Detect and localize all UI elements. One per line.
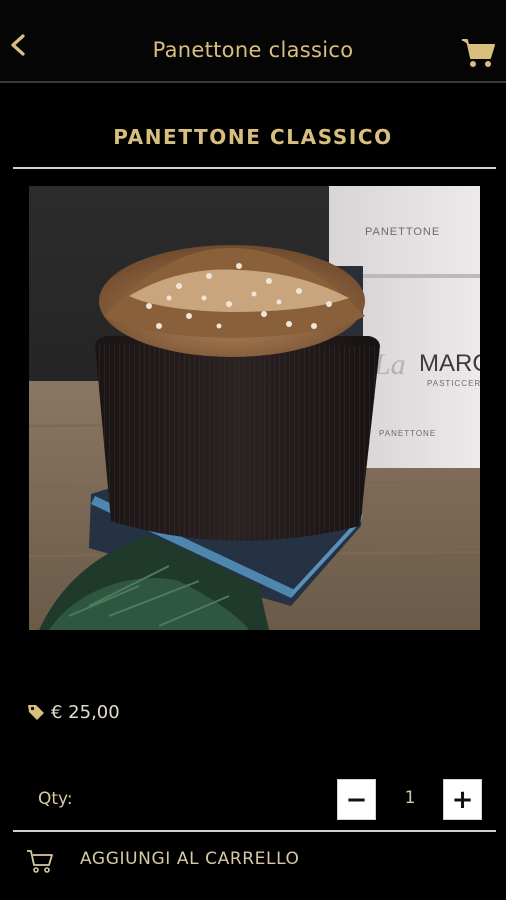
app-bar-title: Panettone classico (152, 38, 354, 62)
decrease-quantity-button[interactable]: − (337, 779, 376, 820)
quantity-value: 1 (404, 788, 416, 808)
add-to-cart-label: AGGIUNGI AL CARRELLO (80, 849, 300, 869)
product-price: € 25,00 (51, 701, 120, 723)
shopping-cart-icon (462, 39, 495, 67)
app-bar-divider (0, 81, 506, 83)
price-row: € 25,00 (27, 698, 120, 726)
quantity-label: Qty: (38, 789, 73, 809)
app-bar: Panettone classico (0, 0, 506, 82)
box-text-top: PANETTONE (365, 226, 440, 238)
box-text-bottom: PANETTONE (379, 429, 436, 438)
product-title: PANETTONE CLASSICO (113, 125, 393, 149)
product-image: PANETTONE La MARCA PASTICCERIA PANETTONE (29, 186, 480, 630)
title-divider (13, 167, 496, 169)
cart-button[interactable] (460, 36, 496, 70)
increase-quantity-button[interactable]: + (443, 779, 482, 820)
shopping-cart-icon (27, 850, 53, 873)
box-brand-name: MARCA (419, 350, 480, 377)
add-to-cart-button[interactable]: AGGIUNGI AL CARRELLO (0, 833, 506, 893)
box-brand-sub: PASTICCERIA (427, 379, 480, 388)
price-tag-icon (28, 705, 44, 720)
quantity-divider (13, 830, 496, 832)
